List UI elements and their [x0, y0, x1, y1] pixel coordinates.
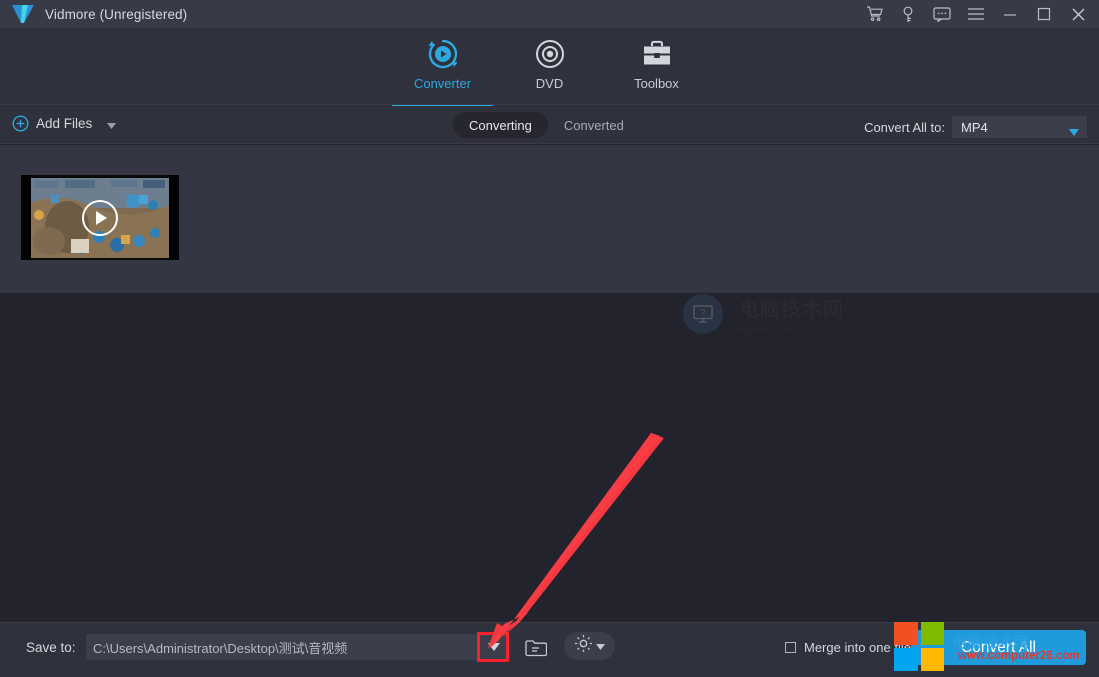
gear-icon [574, 634, 593, 658]
svg-text:?: ? [700, 307, 705, 317]
empty-drop-area[interactable] [0, 293, 1099, 622]
background-watermark: ? 电脑技术网 computer26.com [683, 293, 844, 334]
video-thumbnail[interactable] [21, 175, 179, 260]
save-path-input[interactable]: C:\Users\Administrator\Desktop\测试\音视频 [86, 634, 510, 660]
main-nav: Converter DVD Toolbox [0, 28, 1099, 106]
convert-all-to-select[interactable]: MP4 [952, 116, 1087, 138]
browse-folder-button[interactable] [523, 634, 549, 660]
merge-into-one-file-checkbox[interactable]: Merge into one file [785, 640, 911, 655]
tab-toolbox-label: Toolbox [634, 76, 679, 91]
toolbar: Add Files Converting Converted Convert A… [0, 106, 1099, 144]
window-controls [857, 0, 1095, 28]
convert-all-to-group: Convert All to: MP4 [864, 116, 1087, 138]
tab-converted-label: Converted [563, 117, 624, 133]
vidmore-app-window: Vidmore (Unregistered) Converter DVD Too… [0, 0, 1099, 677]
dvd-icon [534, 36, 566, 72]
save-to-label: Save to: [26, 640, 76, 655]
key-icon[interactable] [891, 0, 925, 28]
tab-dvd[interactable]: DVD [496, 28, 603, 106]
tab-converted[interactable]: Converted [548, 112, 640, 138]
save-path-dropdown[interactable] [478, 634, 510, 660]
add-files-label: Add Files [36, 116, 93, 131]
app-logo-icon [10, 3, 36, 25]
tab-dvd-label: DVD [535, 76, 564, 91]
monitor-question-icon: ? [683, 293, 723, 334]
save-path-value: C:\Users\Administrator\Desktop\测试\音视频 [93, 640, 348, 656]
nav-divider [0, 104, 1099, 105]
maximize-icon[interactable] [1027, 0, 1061, 28]
tab-converting[interactable]: Converting [453, 112, 548, 138]
converter-icon [426, 36, 460, 72]
close-icon[interactable] [1061, 0, 1095, 28]
menu-icon[interactable] [959, 0, 993, 28]
windows-logo-watermark [894, 622, 944, 671]
site-watermark-url: www.computer26.com [958, 650, 1080, 662]
site-watermark-cn: 电脑技术网 [952, 634, 1030, 651]
app-title: Vidmore (Unregistered) [45, 6, 188, 22]
feedback-icon[interactable] [925, 0, 959, 28]
title-bar: Vidmore (Unregistered) [0, 0, 1099, 28]
preferences-button[interactable] [564, 632, 615, 660]
minimize-icon[interactable] [993, 0, 1027, 28]
tab-converter[interactable]: Converter [389, 28, 496, 106]
file-list: Source: 游戏讲解（原...印） .mp4 i MP4 | 1220x57… [0, 145, 1099, 415]
convert-all-to-label: Convert All to: [864, 119, 945, 135]
watermark-line2: computer26.com [731, 324, 799, 334]
chevron-down-icon [1069, 123, 1079, 141]
watermark-line1: 电脑技术网 [739, 299, 844, 321]
tab-toolbox[interactable]: Toolbox [603, 28, 710, 106]
chevron-down-icon [596, 637, 605, 655]
add-files-dropdown[interactable] [105, 121, 117, 131]
status-filter-tabs: Converting Converted [453, 112, 640, 138]
plus-circle-icon [12, 115, 29, 132]
tab-converter-label: Converter [413, 76, 472, 91]
toolbox-icon [641, 36, 673, 72]
file-list-item[interactable]: Source: 游戏讲解（原...印） .mp4 i MP4 | 1220x57… [0, 145, 1099, 415]
cart-icon[interactable] [857, 0, 891, 28]
add-files-button[interactable]: Add Files [12, 115, 92, 132]
play-icon[interactable] [82, 199, 118, 236]
checkbox-box [785, 642, 796, 653]
tab-converting-label: Converting [469, 117, 532, 133]
convert-all-to-value: MP4 [961, 119, 988, 135]
